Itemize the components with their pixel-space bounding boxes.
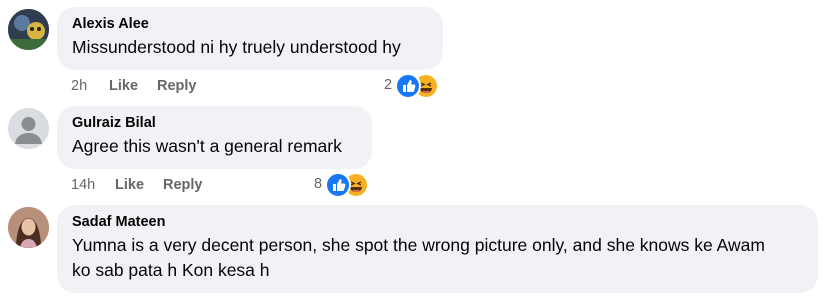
comment: Alexis Alee Missunderstood ni hy truely … [0,0,832,100]
comment-author[interactable]: Sadaf Mateen [72,213,806,231]
avatar[interactable] [8,108,49,149]
default-avatar-icon [8,108,49,149]
avatar-image [8,9,49,50]
comment-bubble: Alexis Alee Missunderstood ni hy truely … [57,7,443,70]
reaction-count: 2 [384,77,393,93]
comment-text: Agree this wasn't a general remark [72,136,342,156]
comment-text: Missunderstood ni hy truely understood h… [72,37,401,57]
comment: Gulraiz Bilal Agree this wasn't a genera… [0,100,832,200]
comment-author[interactable]: Alexis Alee [72,15,431,33]
reaction-summary[interactable]: 2 [384,73,444,99]
reply-button[interactable]: Reply [163,176,203,194]
comment-text: Yumna is a very decent person, she spot … [72,235,765,280]
comment: Sadaf Mateen Yumna is a very decent pers… [0,200,832,296]
comment-bubble: Sadaf Mateen Yumna is a very decent pers… [57,205,818,293]
reply-button[interactable]: Reply [157,77,197,95]
comment-timestamp[interactable]: 2h [71,77,87,95]
like-button[interactable]: Like [115,176,144,194]
avatar[interactable] [8,207,49,248]
reaction-summary[interactable]: 8 [314,172,374,198]
like-icon [395,73,421,99]
avatar-image [8,207,49,248]
comment-bubble: Gulraiz Bilal Agree this wasn't a genera… [57,106,372,169]
comment-timestamp[interactable]: 14h [71,176,95,194]
comment-author[interactable]: Gulraiz Bilal [72,114,360,132]
like-icon [325,172,351,198]
reaction-count: 8 [314,176,323,192]
avatar[interactable] [8,9,49,50]
like-button[interactable]: Like [109,77,138,95]
